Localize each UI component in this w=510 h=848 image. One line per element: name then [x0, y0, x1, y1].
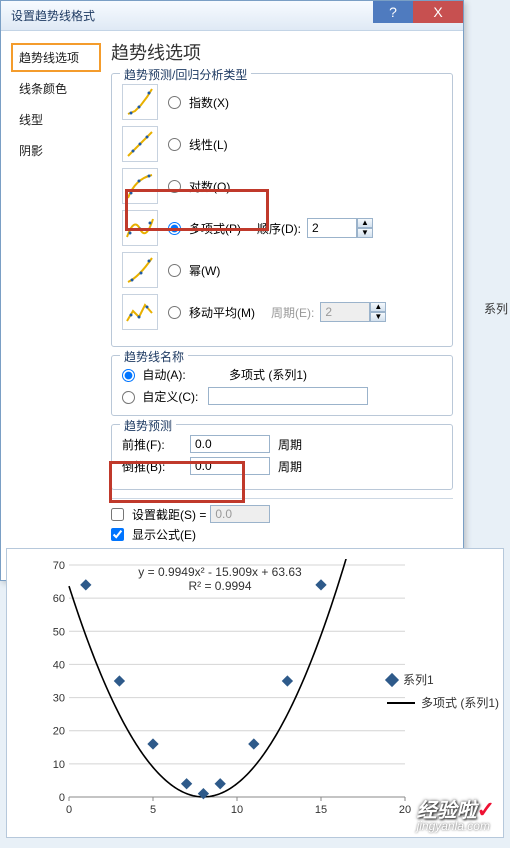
exponential-icon — [122, 84, 158, 120]
highlight-show-checkboxes — [109, 461, 245, 503]
chart-legend: 系列1 多项式 (系列1) — [387, 671, 499, 717]
set-intercept-checkbox[interactable]: 设置截距(S) = — [111, 506, 206, 523]
period-label: 周期(E): — [271, 304, 314, 321]
type-power-radio[interactable]: 幂(W) — [168, 262, 220, 279]
chart-container[interactable]: 0 10 20 30 40 50 60 70 0 5 10 15 20 y = 0.9949x² - 1… — [6, 548, 504, 838]
highlight-polynomial — [125, 189, 269, 231]
svg-text:20: 20 — [399, 804, 411, 816]
dialog-titlebar[interactable]: 设置趋势线格式 ? X — [1, 1, 463, 31]
sidebar-item-line-style[interactable]: 线型 — [11, 105, 101, 134]
dialog-sidebar: 趋势线选项 线条颜色 线型 阴影 — [11, 39, 101, 566]
help-button[interactable]: ? — [373, 1, 413, 23]
name-custom-input[interactable] — [208, 387, 368, 405]
svg-text:30: 30 — [53, 693, 65, 705]
section-heading: 趋势线选项 — [111, 39, 453, 65]
predict-forward-unit: 周期 — [278, 436, 318, 453]
sidebar-item-line-color[interactable]: 线条颜色 — [11, 74, 101, 103]
predict-backward-unit: 周期 — [278, 458, 318, 475]
trendline-format-dialog: 设置趋势线格式 ? X 趋势线选项 线条颜色 线型 阴影 趋势线选项 趋势预测/… — [0, 0, 464, 581]
svg-text:60: 60 — [53, 593, 65, 605]
svg-text:15: 15 — [315, 804, 327, 816]
type-linear-radio[interactable]: 线性(L) — [168, 136, 228, 153]
period-down-button: ▼ — [370, 312, 386, 322]
order-up-button[interactable]: ▲ — [357, 218, 373, 228]
period-up-button: ▲ — [370, 302, 386, 312]
period-spinner: ▲ ▼ — [320, 302, 386, 322]
trendline-name-group: 趋势线名称 自动(A): 多项式 (系列1) 自定义(C): — [111, 355, 453, 416]
show-equation-checkbox[interactable]: 显示公式(E) — [111, 526, 196, 543]
dialog-title: 设置趋势线格式 — [11, 7, 95, 24]
stray-text: 系列 — [484, 300, 508, 317]
sidebar-item-trendline-options[interactable]: 趋势线选项 — [11, 43, 101, 72]
set-intercept-input — [210, 505, 270, 523]
svg-text:10: 10 — [53, 759, 65, 771]
svg-text:0: 0 — [66, 804, 72, 816]
name-custom-radio[interactable]: 自定义(C): — [122, 388, 198, 405]
svg-text:40: 40 — [53, 659, 65, 671]
order-down-button[interactable]: ▼ — [357, 228, 373, 238]
period-input — [320, 302, 370, 322]
chart-plot-area: 01020304050607005101520 — [41, 559, 411, 809]
name-auto-radio[interactable]: 自动(A): — [122, 366, 186, 383]
predict-forward-input[interactable] — [190, 435, 270, 453]
svg-text:10: 10 — [231, 804, 243, 816]
power-icon — [122, 252, 158, 288]
trend-predict-legend: 趋势预测 — [120, 417, 176, 434]
predict-forward-label: 前推(F): — [122, 436, 182, 453]
legend-marker-icon — [385, 672, 399, 686]
legend-trendline: 多项式 (系列1) — [421, 694, 499, 711]
legend-line-icon — [387, 702, 415, 704]
svg-text:70: 70 — [53, 560, 65, 572]
order-input[interactable] — [307, 218, 357, 238]
name-auto-value: 多项式 (系列1) — [229, 368, 307, 382]
svg-text:20: 20 — [53, 726, 65, 738]
type-moving-average-radio[interactable]: 移动平均(M) — [168, 304, 255, 321]
regression-type-legend: 趋势预测/回归分析类型 — [120, 66, 251, 83]
moving-average-icon — [122, 294, 158, 330]
sidebar-item-shadow[interactable]: 阴影 — [11, 136, 101, 165]
close-button[interactable]: X — [413, 1, 463, 23]
chart-equation-text: y = 0.9949x² - 15.909x + 63.63 R² = 0.99… — [105, 565, 335, 593]
legend-series1: 系列1 — [403, 671, 434, 688]
type-exponential-radio[interactable]: 指数(X) — [168, 94, 229, 111]
watermark: 经验啦✓ jingyanla.com — [417, 794, 495, 833]
svg-text:50: 50 — [53, 626, 65, 638]
svg-text:0: 0 — [59, 792, 65, 804]
svg-text:5: 5 — [150, 804, 156, 816]
linear-icon — [122, 126, 158, 162]
order-spinner[interactable]: ▲ ▼ — [307, 218, 373, 238]
trendline-name-legend: 趋势线名称 — [120, 348, 188, 365]
